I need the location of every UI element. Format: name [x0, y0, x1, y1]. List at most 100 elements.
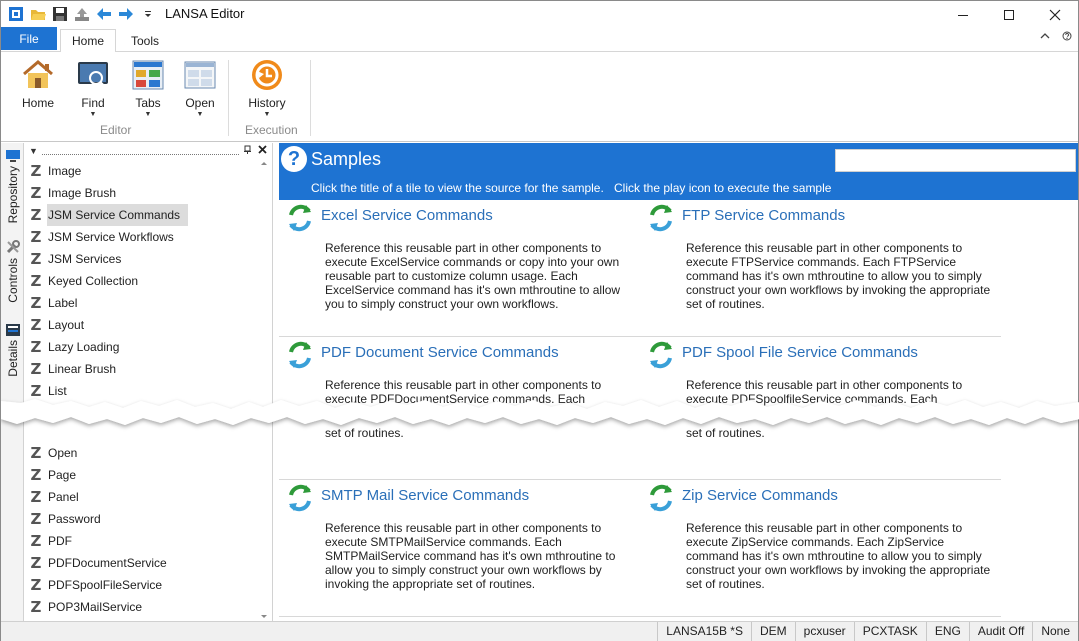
- panel-header: ▼: [25, 143, 272, 158]
- list-item-label: Panel: [48, 490, 79, 504]
- tab-home[interactable]: Home: [60, 29, 116, 53]
- list-item[interactable]: Z PDF: [25, 530, 255, 552]
- tab-tools[interactable]: Tools: [119, 29, 171, 53]
- lansa-editor-window: LANSA Editor File Home Tools Home Find ▼…: [0, 0, 1079, 641]
- play-refresh-icon[interactable]: [285, 340, 315, 370]
- list-item[interactable]: Z Linear Brush: [25, 358, 255, 380]
- app-icon[interactable]: [5, 3, 27, 25]
- tile-row-separator: [279, 479, 1001, 480]
- play-refresh-icon[interactable]: [646, 340, 676, 370]
- open-button[interactable]: Open ▼: [177, 58, 223, 118]
- pin-icon[interactable]: [243, 145, 252, 156]
- play-refresh-icon[interactable]: [646, 203, 676, 233]
- list-item[interactable]: Z JSM Service Commands: [25, 204, 255, 226]
- list-item[interactable]: Z POP3MailService: [25, 596, 255, 618]
- control-list-top: Z Image Z Image Brush Z JSM Service Commands Z…: [25, 160, 255, 402]
- sample-tile-title[interactable]: SMTP Mail Service Commands: [321, 487, 529, 504]
- upload-icon[interactable]: [71, 3, 93, 25]
- sample-tile-title[interactable]: Zip Service Commands: [682, 487, 838, 504]
- find-icon: [76, 58, 110, 92]
- side-tab-controls[interactable]: Controls: [3, 239, 23, 303]
- list-item-label: JSM Service Commands: [47, 204, 189, 226]
- sample-tile-description: Reference this reusable part in other co…: [686, 521, 991, 591]
- collapse-ribbon-icon[interactable]: [1040, 31, 1050, 44]
- list-item-label: PDFSpoolFileService: [48, 578, 163, 592]
- history-button[interactable]: History ▼: [244, 58, 290, 118]
- side-tab-details[interactable]: Details: [3, 323, 23, 377]
- help-question-icon: ?: [281, 146, 307, 172]
- panel-menu-dropdown-icon[interactable]: ▼: [29, 146, 38, 156]
- save-icon[interactable]: [49, 3, 71, 25]
- help-icon[interactable]: [1062, 31, 1072, 44]
- find-button-label: Find: [81, 96, 105, 110]
- tab-file[interactable]: File: [1, 27, 57, 50]
- list-item-label: Image: [48, 164, 82, 178]
- side-tab-details-label: Details: [6, 340, 20, 377]
- sample-tile-title[interactable]: FTP Service Commands: [682, 207, 845, 224]
- play-refresh-icon[interactable]: [285, 203, 315, 233]
- sample-tile: FTP Service Commands Reference this reusa…: [642, 203, 1002, 333]
- torn-edge-overlay: [1, 399, 1079, 425]
- component-z-icon: Z: [30, 338, 42, 356]
- list-item[interactable]: Z Image Brush: [25, 182, 255, 204]
- monitor-icon: [6, 150, 20, 162]
- list-item[interactable]: Z Page: [25, 464, 255, 486]
- list-item[interactable]: Z Password: [25, 508, 255, 530]
- status-cell: LANSA15B *S: [657, 622, 751, 641]
- forward-arrow-icon[interactable]: [115, 3, 137, 25]
- status-cell: DEM: [750, 622, 795, 641]
- open-folder-icon[interactable]: [27, 3, 49, 25]
- list-item[interactable]: Z Layout: [25, 314, 255, 336]
- history-icon: [250, 58, 284, 92]
- sample-tile: SMTP Mail Service Commands Reference this…: [281, 483, 641, 613]
- ribbon-group-separator: [310, 60, 311, 136]
- status-cell: PCXTASK: [853, 622, 926, 641]
- side-tab-repository-label: Repository: [6, 166, 20, 224]
- side-tab-repository[interactable]: Repository: [3, 149, 23, 223]
- list-item-label: Password: [48, 512, 101, 526]
- sample-tile-description: Reference this reusable part in other co…: [325, 241, 621, 311]
- component-z-icon: Z: [30, 316, 42, 334]
- sample-tile-title[interactable]: PDF Document Service Commands: [321, 344, 559, 361]
- tabs-button[interactable]: Tabs ▼: [125, 58, 171, 118]
- list-item[interactable]: Z Lazy Loading: [25, 336, 255, 358]
- side-tab-controls-label: Controls: [6, 258, 20, 303]
- title-bar: LANSA Editor: [1, 1, 1078, 26]
- samples-search-input[interactable]: [835, 149, 1076, 172]
- find-dropdown-icon: ▼: [89, 111, 97, 118]
- list-item[interactable]: Z Image: [25, 160, 255, 182]
- list-item[interactable]: Z Panel: [25, 486, 255, 508]
- sample-tile-title[interactable]: Excel Service Commands: [321, 207, 493, 224]
- list-item-label: POP3MailService: [48, 600, 143, 614]
- samples-panel: ? Samples Click the title of a tile to v…: [279, 143, 1078, 621]
- sample-tile-title[interactable]: PDF Spool File Service Commands: [682, 344, 918, 361]
- component-z-icon: Z: [30, 162, 42, 180]
- list-item[interactable]: Z JSM Services: [25, 248, 255, 270]
- minimize-button[interactable]: [940, 1, 986, 29]
- list-item[interactable]: Z Open: [25, 442, 255, 464]
- close-panel-icon[interactable]: [258, 145, 267, 156]
- customize-dropdown-icon[interactable]: [137, 3, 159, 25]
- play-refresh-icon[interactable]: [285, 483, 315, 513]
- samples-title: Samples: [311, 149, 382, 169]
- list-item[interactable]: Z Label: [25, 292, 255, 314]
- details-icon: [6, 324, 20, 336]
- list-item-label: PDF: [48, 534, 72, 548]
- ribbon-group-separator: [228, 60, 229, 136]
- close-button[interactable]: [1032, 1, 1078, 29]
- list-item-label: Lazy Loading: [48, 340, 120, 354]
- control-list-bottom: Z Open Z Page Z Panel Z Password Z PDF Z PDFDocumen…: [25, 442, 255, 618]
- back-arrow-icon[interactable]: [93, 3, 115, 25]
- home-button[interactable]: Home: [15, 58, 61, 110]
- sample-tile-description: Reference this reusable part in other co…: [325, 521, 616, 591]
- find-button[interactable]: Find ▼: [70, 58, 116, 118]
- samples-header: ? Samples Click the title of a tile to v…: [279, 143, 1078, 200]
- list-item[interactable]: Z JSM Service Workflows: [25, 226, 255, 248]
- list-item[interactable]: Z PDFSpoolFileService: [25, 574, 255, 596]
- maximize-button[interactable]: [986, 1, 1032, 29]
- component-z-icon: Z: [30, 466, 42, 484]
- list-item[interactable]: Z PDFDocumentService: [25, 552, 255, 574]
- play-refresh-icon[interactable]: [646, 483, 676, 513]
- list-item[interactable]: Z Keyed Collection: [25, 270, 255, 292]
- component-z-icon: Z: [30, 598, 42, 616]
